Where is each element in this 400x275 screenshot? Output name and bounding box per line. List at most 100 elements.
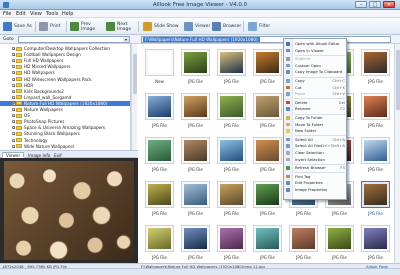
expand-icon[interactable]: + (12, 65, 16, 69)
thumbnail-item[interactable]: JPG File (358, 178, 393, 221)
context-menu-item[interactable]: Invert Selection (284, 157, 348, 163)
thumbnail-item[interactable]: JPG File (214, 134, 249, 177)
tree-item[interactable]: + HD Wallpapers (0, 70, 130, 75)
menu-tools[interactable]: Tools (46, 11, 58, 17)
maximize-button[interactable]: □ (369, 1, 381, 8)
thumbnail-item[interactable]: JPG File (178, 178, 213, 221)
context-menu-item[interactable]: Clear Selection (284, 150, 348, 156)
context-menu-item[interactable]: Copy To Folder (284, 115, 348, 121)
thumbnail-item[interactable]: JPG File (214, 46, 249, 89)
context-menu-item[interactable]: Select All Files Ctrl+Shift+A (284, 143, 348, 149)
thumbnail-item[interactable]: JPG File (250, 178, 285, 221)
context-menu-item[interactable]: New Folder (284, 128, 348, 134)
context-menu-item[interactable]: Open with Allook Editor (284, 41, 348, 47)
menu-view[interactable]: View (30, 11, 42, 17)
thumbnail-item[interactable]: JPG File (250, 134, 285, 177)
thumbnail-item[interactable]: New (142, 46, 177, 89)
tree-item[interactable]: + Wide Nature Wallpapers (0, 144, 130, 149)
context-menu-item[interactable]: Edit Properties (284, 180, 348, 186)
thumbnail-item[interactable]: JPG File (214, 90, 249, 133)
expand-icon[interactable]: + (12, 77, 16, 81)
expand-icon[interactable]: + (12, 95, 16, 99)
close-button[interactable]: ✕ (383, 1, 395, 8)
next-image-button[interactable]: Next Image (106, 20, 135, 33)
expand-icon[interactable]: + (12, 101, 16, 105)
context-menu-item[interactable]: Find Tag (284, 174, 348, 180)
chevron-down-icon[interactable]: ▾ (123, 37, 129, 42)
expand-icon[interactable]: + (12, 126, 16, 130)
context-menu-item[interactable]: Shellme (284, 56, 348, 62)
filter-button[interactable]: Filter (248, 20, 270, 33)
context-menu-item[interactable]: Move To Folder (284, 122, 348, 128)
thumbnail-item[interactable]: JPG File (142, 134, 177, 177)
context-menu-item[interactable]: Cut Ctrl+X (284, 85, 348, 91)
expand-icon[interactable]: + (12, 47, 16, 51)
context-menu-item[interactable]: Paste Ctrl+V (284, 91, 348, 97)
expand-icon[interactable]: + (12, 114, 16, 118)
browser-button[interactable]: Browser (212, 20, 241, 33)
tree-item[interactable]: + Space & Universe Amazing Wallpapers (0, 125, 130, 130)
expand-icon[interactable]: + (12, 53, 16, 57)
thumbnail-item[interactable]: JPG File (142, 222, 177, 263)
context-menu-item[interactable]: Open in Viewer (284, 48, 348, 54)
thumbnail-item[interactable]: JPG File (250, 46, 285, 89)
thumbnail-item[interactable]: JPG File (142, 178, 177, 221)
context-menu-item[interactable]: Copy Image To Clipboard (284, 69, 348, 75)
expand-icon[interactable]: + (12, 71, 16, 75)
tree-item[interactable]: + OS (0, 113, 130, 118)
context-menu-item[interactable]: Image Properties (284, 187, 348, 193)
thumbnail-item[interactable]: JPG File (358, 90, 393, 133)
expand-icon[interactable]: + (12, 108, 16, 112)
tree-item[interactable]: + PhotoSnap Pictures (0, 119, 130, 124)
tree-scrollbar[interactable] (131, 44, 137, 150)
menu-help[interactable]: Help (62, 11, 73, 17)
address-text[interactable]: F:\Wallpapers\Nature Full HD Wallpapers … (143, 37, 260, 42)
expand-icon[interactable]: + (12, 144, 16, 148)
context-menu-item[interactable]: Rename F2 (284, 106, 348, 112)
thumbnail-item[interactable]: JPG File (358, 134, 393, 177)
context-menu-item[interactable]: Refresh Browser F5 (284, 165, 348, 171)
grid-scrollbar-thumb[interactable] (396, 50, 400, 110)
tree-item[interactable]: + Full HD Wallpapers (0, 58, 130, 63)
context-menu-item[interactable]: Delete Del (284, 100, 348, 106)
expand-icon[interactable]: + (12, 132, 16, 136)
thumbnail-item[interactable]: JPG File (250, 90, 285, 133)
tree-item[interactable]: + Computer/Desktop Wallpapers Collection (0, 46, 130, 51)
expand-icon[interactable]: + (12, 89, 16, 93)
address-field[interactable]: F:\Wallpapers\Nature Full HD Wallpapers … (141, 36, 391, 43)
tree-item[interactable]: + Football Wallpapers Design (0, 52, 130, 57)
thumbnail-item[interactable]: JPG File (178, 90, 213, 133)
tree-item[interactable]: + Lmpard_wall_Sorgamd (0, 95, 130, 100)
tree-item[interactable]: + Nature Full HD Wallpapers (1920x1080) (0, 100, 130, 106)
thumbnail-item[interactable]: JPG File (214, 178, 249, 221)
expand-icon[interactable]: + (12, 83, 16, 87)
thumbnail-item[interactable]: JPG File (178, 222, 213, 263)
tree-item[interactable]: + HD Widescreen Wallpapers Pack (0, 77, 130, 82)
tree-scrollbar-thumb[interactable] (133, 54, 137, 94)
expand-icon[interactable]: + (12, 59, 16, 63)
context-menu-item[interactable]: Select All Ctrl+A (284, 137, 348, 143)
slide-show-button[interactable]: Slide Show (143, 20, 179, 33)
expand-icon[interactable]: + (12, 120, 16, 124)
tree-item[interactable]: + HD Missed Wallpapers (0, 64, 130, 69)
tree-item[interactable]: + Kids Backgrounds2 (0, 89, 130, 94)
goto-combobox[interactable]: ▾ (18, 36, 130, 43)
print-button[interactable]: Print (39, 20, 60, 33)
grid-scrollbar[interactable] (394, 44, 400, 263)
thumbnail-item[interactable]: JPG File (178, 134, 213, 177)
tree-item[interactable]: + Technology (0, 138, 130, 143)
thumbnail-item[interactable]: JPG File (286, 222, 321, 263)
thumbnail-item[interactable]: JPG File (214, 222, 249, 263)
tree-item[interactable]: + Stunning Black Wallpapers (0, 131, 130, 136)
thumbnail-item[interactable]: JPG File (322, 222, 357, 263)
thumbnail-item[interactable]: JPG File (178, 46, 213, 89)
prev-image-button[interactable]: Prev Image (70, 20, 99, 33)
thumbnail-item[interactable]: JPG File (358, 222, 393, 263)
save-as-button[interactable]: Save As (3, 20, 32, 33)
thumbnail-item[interactable]: JPG File (358, 46, 393, 89)
expand-icon[interactable]: + (12, 138, 16, 142)
tree-item[interactable]: + Nature Wallpapers (0, 107, 130, 112)
menu-edit[interactable]: Edit (16, 11, 26, 17)
minimize-button[interactable]: – (355, 1, 367, 8)
viewer-button[interactable]: Viewer (184, 20, 210, 33)
